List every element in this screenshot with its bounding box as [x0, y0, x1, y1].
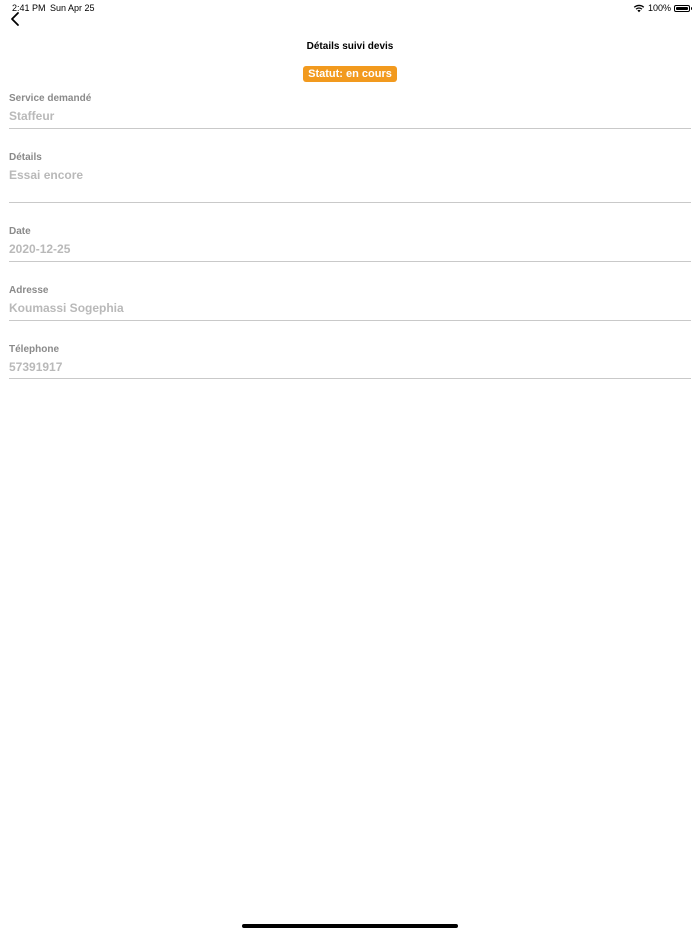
field-value: Koumassi Sogephia: [9, 301, 124, 315]
field-address: Adresse Koumassi Sogephia: [9, 285, 691, 321]
back-button[interactable]: [8, 11, 24, 27]
battery-percent: 100%: [647, 3, 671, 13]
field-phone: Télephone 57391917: [9, 344, 691, 379]
field-value: Essai encore: [9, 168, 84, 182]
field-label: Télephone: [9, 344, 60, 355]
status-bar: 2:41 PM Sun Apr 25 100%: [0, 0, 700, 16]
field-value: 2020-12-25: [9, 242, 71, 256]
wifi-icon: [633, 4, 645, 13]
page-title: Détails suivi devis: [306, 41, 394, 52]
field-value: 57391917: [9, 360, 63, 374]
field-label: Service demandé: [9, 93, 92, 104]
chevron-left-icon: [11, 12, 19, 26]
battery-icon: [674, 4, 692, 12]
status-indicators: 100%: [633, 0, 692, 16]
status-date: Sun Apr 25: [50, 3, 95, 13]
field-date: Date 2020-12-25: [9, 226, 691, 262]
field-label: Date: [9, 226, 31, 237]
field-label: Détails: [9, 152, 42, 163]
field-value: Staffeur: [9, 109, 55, 123]
status-badge: Statut: en cours: [303, 66, 397, 82]
field-details: Détails Essai encore: [9, 152, 691, 203]
field-service: Service demandé Staffeur: [9, 93, 691, 129]
field-label: Adresse: [9, 285, 49, 296]
home-indicator[interactable]: [242, 924, 458, 928]
